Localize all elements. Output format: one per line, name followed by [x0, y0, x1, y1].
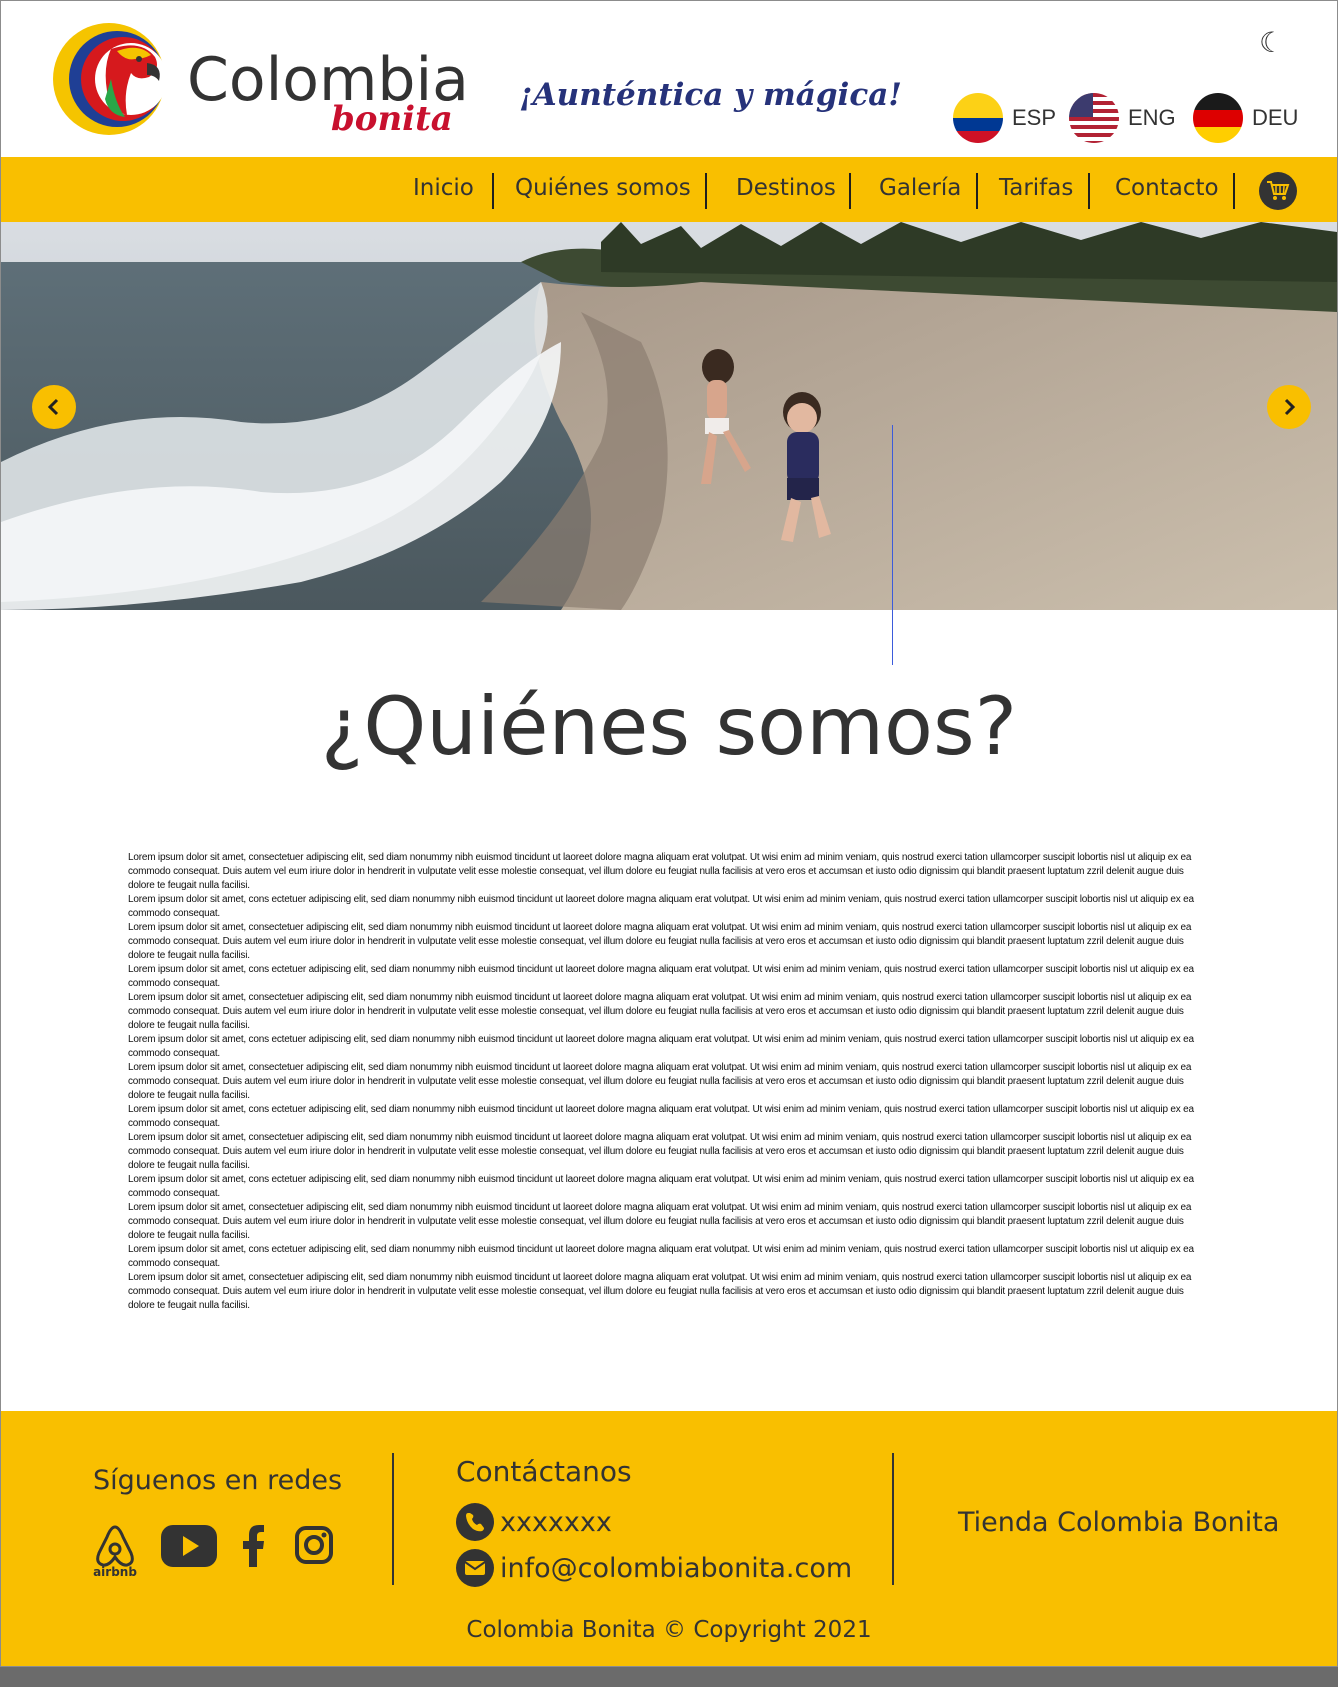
- contact-phone[interactable]: xxxxxxx: [456, 1503, 612, 1541]
- footer-divider: [892, 1453, 894, 1585]
- paragraph: Lorem ipsum dolor sit amet, consectetuer…: [128, 1132, 1192, 1171]
- store-link[interactable]: Tienda Colombia Bonita: [958, 1507, 1279, 1538]
- chevron-left-icon[interactable]: [32, 385, 76, 429]
- guide-line: [892, 425, 893, 665]
- germany-flag-icon: [1193, 93, 1243, 143]
- moon-icon[interactable]: ☾: [1259, 29, 1284, 57]
- colombia-flag-icon: [953, 93, 1003, 143]
- page: Colombia bonita ¡Aunténtica y mágica! ☾ …: [0, 0, 1338, 1667]
- paragraph: Lorem ipsum dolor sit amet, cons ectetue…: [128, 1174, 1194, 1199]
- contact-email[interactable]: info@colombiabonita.com: [456, 1549, 852, 1587]
- paragraph: Lorem ipsum dolor sit amet, consectetuer…: [128, 1202, 1192, 1241]
- facebook-icon[interactable]: [243, 1525, 265, 1571]
- paragraph: Lorem ipsum dolor sit amet, cons ectetue…: [128, 1104, 1194, 1129]
- airbnb-icon[interactable]: airbnb: [93, 1523, 137, 1579]
- language-code: ESP: [1012, 105, 1057, 130]
- usa-flag-icon: [1069, 93, 1119, 143]
- paragraph: Lorem ipsum dolor sit amet, consectetuer…: [128, 992, 1192, 1031]
- hero-carousel: [1, 222, 1337, 610]
- phone-icon: [456, 1503, 494, 1541]
- instagram-icon[interactable]: [295, 1526, 333, 1568]
- beach-with-children-photo: [1, 222, 1337, 610]
- nav-divider: [849, 173, 851, 209]
- nav-divider: [492, 173, 494, 209]
- language-deu[interactable]: DEU: [1193, 93, 1298, 143]
- parrot-logo-icon[interactable]: [51, 19, 171, 143]
- paragraph: Lorem ipsum dolor sit amet, cons ectetue…: [128, 964, 1194, 989]
- site-header: Colombia bonita ¡Aunténtica y mágica! ☾ …: [1, 1, 1337, 156]
- nav-divider: [1088, 173, 1090, 209]
- site-footer: Síguenos en redes airbnb Contáctanos xxx…: [1, 1411, 1337, 1666]
- paragraph: Lorem ipsum dolor sit amet, consectetuer…: [128, 1272, 1192, 1311]
- brand-subtitle: bonita: [331, 99, 453, 139]
- language-code: DEU: [1252, 105, 1299, 130]
- contact-heading: Contáctanos: [456, 1455, 632, 1488]
- phone-number: xxxxxxx: [500, 1506, 612, 1538]
- paragraph: Lorem ipsum dolor sit amet, cons ectetue…: [128, 894, 1194, 919]
- youtube-icon[interactable]: [161, 1525, 217, 1571]
- nav-divider: [1233, 173, 1235, 209]
- mail-icon: [456, 1549, 494, 1587]
- airbnb-label: airbnb: [93, 1565, 137, 1579]
- copyright: Colombia Bonita © Copyright 2021: [466, 1617, 872, 1643]
- main-nav: Inicio Quiénes somos Destinos Galería Ta…: [1, 157, 1337, 222]
- paragraph: Lorem ipsum dolor sit amet, consectetuer…: [128, 922, 1192, 961]
- shopping-cart-icon[interactable]: [1259, 172, 1297, 210]
- nav-quienes-somos[interactable]: Quiénes somos: [515, 175, 691, 201]
- paragraph: Lorem ipsum dolor sit amet, cons ectetue…: [128, 1034, 1194, 1059]
- follow-heading: Síguenos en redes: [93, 1465, 343, 1496]
- language-esp[interactable]: ESP: [953, 93, 1056, 143]
- nav-divider: [705, 173, 707, 209]
- chevron-right-icon[interactable]: [1267, 385, 1311, 429]
- paragraph: Lorem ipsum dolor sit amet, consectetuer…: [128, 1062, 1192, 1101]
- language-code: ENG: [1128, 105, 1176, 130]
- nav-galeria[interactable]: Galería: [879, 175, 961, 201]
- nav-divider: [976, 173, 978, 209]
- tagline: ¡Aunténtica y mágica!: [519, 77, 902, 113]
- paragraph: Lorem ipsum dolor sit amet, cons ectetue…: [128, 1244, 1194, 1269]
- nav-tarifas[interactable]: Tarifas: [999, 175, 1073, 201]
- nav-contacto[interactable]: Contacto: [1115, 175, 1219, 201]
- nav-destinos[interactable]: Destinos: [736, 175, 836, 201]
- nav-inicio[interactable]: Inicio: [413, 175, 474, 201]
- paragraph: Lorem ipsum dolor sit amet, consectetuer…: [128, 852, 1192, 891]
- footer-divider: [392, 1453, 394, 1585]
- language-eng[interactable]: ENG: [1069, 93, 1176, 143]
- email-address: info@colombiabonita.com: [500, 1552, 853, 1584]
- page-title: ¿Quiénes somos?: [320, 680, 1018, 773]
- about-body-text: Lorem ipsum dolor sit amet, consectetuer…: [128, 851, 1203, 1313]
